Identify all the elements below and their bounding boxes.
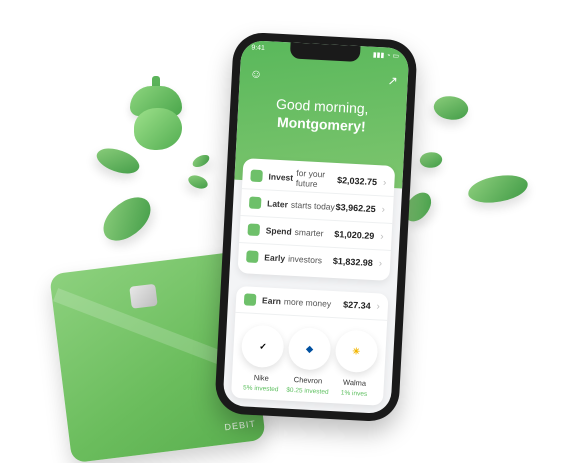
acorn-decoration (120, 76, 190, 152)
leaf-decoration (190, 153, 212, 169)
partner-nike[interactable]: ✓ Nike 5% invested (237, 324, 287, 393)
leaf-decoration (466, 173, 530, 205)
card-label: DEBIT (223, 418, 257, 433)
chevron-right-icon: › (382, 176, 387, 189)
nike-logo-icon: ✓ (240, 324, 286, 369)
partner-chevron[interactable]: ◆ Chevron $0.25 invested (284, 326, 334, 396)
walmart-logo-icon: ✳ (334, 329, 379, 374)
status-signal-icons: ▮▮▮ ◔ ▭ (372, 51, 400, 61)
phone-screen: 9:41 ▮▮▮ ◔ ▭ ☺ ↗ Good morning, Montgomer… (222, 39, 410, 415)
earn-icon (243, 293, 257, 306)
leaf-decoration (430, 90, 472, 126)
invest-icon (250, 169, 263, 183)
partner-walmart[interactable]: ✳ Walma 1% inves (331, 329, 381, 398)
partner-logos: ✓ Nike 5% invested ◆ Chevron $0.25 inves… (237, 324, 380, 398)
earn-panel: Earn more money $27.34 › ✓ Nike 5% inves… (230, 285, 389, 406)
card-chip-icon (129, 283, 158, 309)
spend-icon (247, 223, 261, 237)
chevron-right-icon: › (381, 203, 386, 216)
later-icon (248, 196, 262, 210)
profile-icon[interactable]: ☺ (250, 66, 263, 81)
status-time: 9:41 (251, 44, 266, 53)
accounts-panel: Invest for your future $2,032.75 › Later… (237, 158, 396, 281)
earn-row[interactable]: Earn more money $27.34 › (235, 285, 389, 321)
chevron-right-icon: › (379, 230, 384, 243)
leaf-decoration (186, 171, 210, 193)
early-icon (246, 250, 259, 264)
chevron-right-icon: › (378, 257, 383, 270)
leaf-decoration (418, 150, 444, 170)
chevron-logo-icon: ◆ (287, 326, 332, 371)
chevron-right-icon: › (376, 300, 381, 312)
leaf-decoration (95, 190, 159, 248)
phone-frame: 9:41 ▮▮▮ ◔ ▭ ☺ ↗ Good morning, Montgomer… (214, 31, 418, 423)
growth-chart-icon[interactable]: ↗ (387, 74, 398, 89)
